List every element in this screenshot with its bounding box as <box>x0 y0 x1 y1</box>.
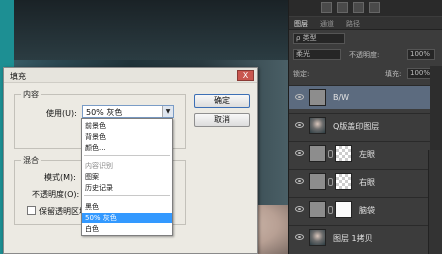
dropdown-item[interactable]: 历史记录 <box>82 183 172 193</box>
layer-row[interactable]: 左眼 <box>289 141 431 165</box>
link-icon[interactable] <box>328 206 333 214</box>
eye-icon[interactable] <box>295 178 304 184</box>
layer-thumbnail <box>309 229 326 246</box>
eye-icon[interactable] <box>295 206 304 212</box>
layer-name: Q版盖印图层 <box>333 122 380 131</box>
dropdown-item[interactable]: 白色 <box>82 224 172 234</box>
mode-label: 模式(M): <box>44 173 76 182</box>
dialog-title: 填充 <box>10 72 26 81</box>
dropdown-item[interactable]: 50% 灰色 <box>82 213 172 223</box>
layer-row[interactable]: B/W <box>289 85 431 109</box>
ok-button[interactable]: 确定 <box>194 94 250 108</box>
layer-name: 脑袋 <box>359 206 375 215</box>
layer-row[interactable]: 图层 1拷贝 <box>289 225 431 249</box>
opacity-label: 不透明度: <box>349 51 380 59</box>
use-dropdown-list: 前景色 背景色 颜色... 内容识别图案 历史记录黑色 50% 灰色 白色 <box>81 118 173 236</box>
dropdown-item: 内容识别 <box>85 162 113 170</box>
preserve-transparency-checkbox[interactable] <box>27 206 36 215</box>
tab-channels[interactable]: 通道 <box>320 19 334 29</box>
layer-row[interactable]: 右眼 <box>289 169 431 193</box>
layer-name: 右眼 <box>359 178 375 187</box>
layer-mask-thumbnail[interactable] <box>335 145 352 162</box>
side-panel-strip <box>428 150 442 254</box>
layer-name: B/W <box>333 93 350 102</box>
use-label: 使用(U): <box>46 109 77 118</box>
opacity-field-label: 不透明度(O): <box>32 190 80 199</box>
layer-mask-thumbnail[interactable] <box>335 173 352 190</box>
layer-thumbnail <box>309 117 326 134</box>
tool-icon-2[interactable] <box>337 2 348 13</box>
layer-row[interactable]: 脑袋 <box>289 197 431 221</box>
tab-layers[interactable]: 图层 <box>294 19 308 29</box>
content-group-legend: 内容 <box>21 89 41 100</box>
lock-label: 锁定: <box>293 70 310 78</box>
eye-icon[interactable] <box>295 150 304 156</box>
panel-toolbar <box>289 0 442 16</box>
blend-mode-select[interactable]: 柔光 <box>293 49 341 60</box>
link-icon[interactable] <box>328 150 333 158</box>
layer-thumbnail <box>309 201 326 218</box>
chevron-down-icon[interactable]: ▼ <box>162 106 173 117</box>
dropdown-item[interactable]: 颜色... <box>82 143 172 153</box>
dropdown-item[interactable]: 黑色 <box>82 202 172 212</box>
cancel-button[interactable]: 取消 <box>194 113 250 127</box>
use-select[interactable]: 50% 灰色 ▼ <box>82 105 174 118</box>
tab-paths[interactable]: 路径 <box>346 19 360 29</box>
link-icon[interactable] <box>328 178 333 186</box>
layer-thumbnail <box>309 145 326 162</box>
blend-group-legend: 混合 <box>21 155 41 166</box>
fill-label: 填充: <box>385 70 402 78</box>
kind-filter-select[interactable]: ρ 类型 <box>293 33 345 44</box>
use-select-value: 50% 灰色 <box>86 108 123 117</box>
dialog-titlebar[interactable]: 填充 X <box>4 68 257 83</box>
tool-icon-3[interactable] <box>353 2 364 13</box>
dropdown-item[interactable]: 图案 <box>82 172 172 182</box>
layer-name: 左眼 <box>359 150 375 159</box>
dropdown-separator <box>84 155 170 156</box>
layer-row[interactable]: Q版盖印图层 <box>289 113 431 137</box>
tool-icon-1[interactable] <box>321 2 332 13</box>
close-button[interactable]: X <box>237 70 254 81</box>
dropdown-item[interactable]: 背景色 <box>82 132 172 142</box>
layers-panel: 图层 通道 路径 ρ 类型 柔光 不透明度: 100% 锁定: 填充: 100%… <box>288 0 442 254</box>
dropdown-item[interactable]: 前景色 <box>82 121 172 131</box>
eye-icon[interactable] <box>295 122 304 128</box>
layer-thumbnail <box>309 89 326 106</box>
panel-tabs: 图层 通道 路径 <box>289 17 442 30</box>
eye-icon[interactable] <box>295 234 304 240</box>
layer-name: 图层 1拷贝 <box>333 234 373 243</box>
layer-thumbnail <box>309 173 326 190</box>
dropdown-separator <box>84 195 170 196</box>
tool-icon-4[interactable] <box>369 2 380 13</box>
opacity-input[interactable]: 100% <box>407 49 435 60</box>
eye-icon[interactable] <box>295 94 304 100</box>
photo-hair-region <box>14 0 288 60</box>
layer-mask-thumbnail[interactable] <box>335 201 352 218</box>
preserve-transparency-label: 保留透明区域 <box>39 207 87 216</box>
